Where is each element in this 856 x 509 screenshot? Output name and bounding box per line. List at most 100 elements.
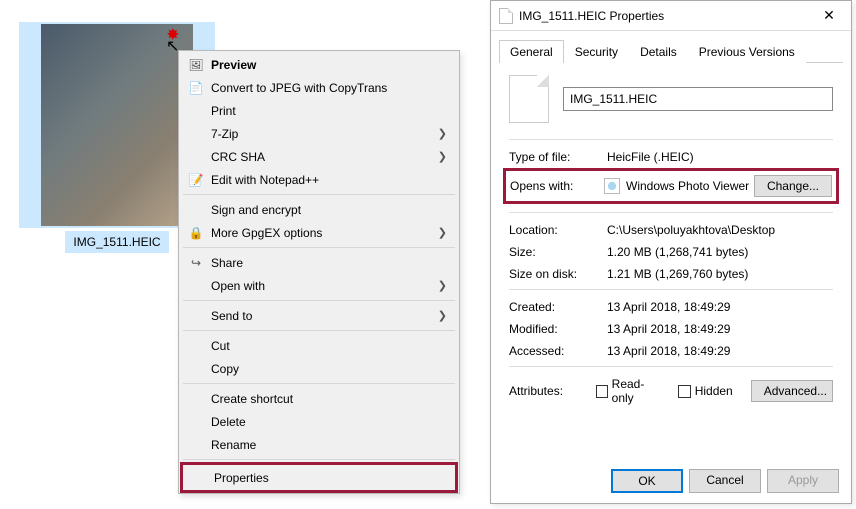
accessed-value: 13 April 2018, 18:49:29: [607, 344, 833, 358]
menu-copy-label: Copy: [207, 362, 447, 376]
divider: [509, 366, 833, 367]
dialog-tabs: General Security Details Previous Versio…: [499, 39, 843, 63]
menu-sign-encrypt[interactable]: Sign and encrypt: [181, 198, 457, 221]
filename-input[interactable]: [563, 87, 833, 111]
menu-edit-notepad[interactable]: 📝 Edit with Notepad++: [181, 168, 457, 191]
apply-button[interactable]: Apply: [767, 469, 839, 493]
checkbox-icon: [678, 385, 691, 398]
file-label: IMG_1511.HEIC: [65, 231, 168, 253]
type-label: Type of file:: [509, 150, 607, 164]
checkbox-icon: [596, 385, 608, 398]
menu-rename-label: Rename: [207, 438, 447, 452]
menu-sendto-label: Send to: [207, 309, 438, 323]
opens-with-highlight: Opens with: Windows Photo Viewer Change.…: [503, 168, 839, 204]
opens-with-value: Windows Photo Viewer: [626, 179, 754, 193]
menu-cut-label: Cut: [207, 339, 447, 353]
menu-7zip[interactable]: 7-Zip ❯: [181, 122, 457, 145]
menu-preview-label: Preview: [207, 58, 447, 72]
menu-properties-label: Properties: [210, 471, 444, 485]
dialog-title: IMG_1511.HEIC Properties: [519, 9, 807, 23]
menu-copy[interactable]: Copy: [181, 357, 457, 380]
size-on-disk-value: 1.21 MB (1,269,760 bytes): [607, 267, 833, 281]
menu-crc-label: CRC SHA: [207, 150, 438, 164]
size-label: Size:: [509, 245, 607, 259]
menu-print[interactable]: Print: [181, 99, 457, 122]
menu-share[interactable]: ↪ Share: [181, 251, 457, 274]
menu-shortcut-label: Create shortcut: [207, 392, 447, 406]
file-icon: [499, 8, 513, 24]
tab-general[interactable]: General: [499, 40, 564, 63]
properties-dialog: IMG_1511.HEIC Properties ✕ General Secur…: [490, 0, 852, 504]
dialog-button-bar: OK Cancel Apply: [611, 469, 839, 493]
ok-button[interactable]: OK: [611, 469, 683, 493]
menu-separator: [183, 300, 455, 301]
menu-properties[interactable]: Properties: [184, 466, 454, 489]
menu-gpgex-label: More GpgEX options: [207, 226, 438, 240]
cursor-icon: ↖: [166, 36, 179, 56]
menu-delete-label: Delete: [207, 415, 447, 429]
menu-npp-label: Edit with Notepad++: [207, 173, 447, 187]
menu-separator: [183, 330, 455, 331]
location-label: Location:: [509, 223, 607, 237]
readonly-label: Read-only: [612, 377, 660, 405]
dialog-content: Type of file: HeicFile (.HEIC) Opens wit…: [491, 63, 851, 411]
menu-7zip-label: 7-Zip: [207, 127, 438, 141]
context-menu: 🖼 Preview 📄 Convert to JPEG with CopyTra…: [178, 50, 460, 494]
size-on-disk-label: Size on disk:: [509, 267, 607, 281]
accessed-label: Accessed:: [509, 344, 607, 358]
close-button[interactable]: ✕: [807, 1, 851, 31]
tab-details[interactable]: Details: [629, 40, 688, 63]
preview-icon: 🖼: [185, 58, 207, 72]
divider: [509, 289, 833, 290]
hidden-label: Hidden: [695, 384, 733, 398]
divider: [509, 139, 833, 140]
tab-security[interactable]: Security: [564, 40, 629, 63]
menu-openwith-label: Open with: [207, 279, 438, 293]
menu-rename[interactable]: Rename: [181, 433, 457, 456]
created-label: Created:: [509, 300, 607, 314]
photo-viewer-icon: [604, 178, 620, 194]
menu-crc-sha[interactable]: CRC SHA ❯: [181, 145, 457, 168]
menu-separator: [183, 194, 455, 195]
advanced-button[interactable]: Advanced...: [751, 380, 833, 402]
chevron-right-icon: ❯: [438, 279, 447, 292]
menu-open-with[interactable]: Open with ❯: [181, 274, 457, 297]
modified-label: Modified:: [509, 322, 607, 336]
menu-share-label: Share: [207, 256, 447, 270]
file-type-icon: [509, 75, 549, 123]
menu-cut[interactable]: Cut: [181, 334, 457, 357]
opens-with-label: Opens with:: [510, 179, 604, 193]
type-value: HeicFile (.HEIC): [607, 150, 833, 164]
chevron-right-icon: ❯: [438, 127, 447, 140]
notepad-icon: 📝: [185, 173, 207, 187]
cancel-button[interactable]: Cancel: [689, 469, 761, 493]
menu-more-gpgex[interactable]: 🔒 More GpgEX options ❯: [181, 221, 457, 244]
convert-icon: 📄: [185, 81, 207, 95]
menu-sign-label: Sign and encrypt: [207, 203, 447, 217]
hidden-checkbox[interactable]: Hidden: [678, 384, 733, 398]
menu-convert-label: Convert to JPEG with CopyTrans: [207, 81, 447, 95]
share-icon: ↪: [185, 256, 207, 270]
modified-value: 13 April 2018, 18:49:29: [607, 322, 833, 336]
chevron-right-icon: ❯: [438, 226, 447, 239]
chevron-right-icon: ❯: [438, 309, 447, 322]
menu-send-to[interactable]: Send to ❯: [181, 304, 457, 327]
menu-separator: [183, 247, 455, 248]
chevron-right-icon: ❯: [438, 150, 447, 163]
menu-preview[interactable]: 🖼 Preview: [181, 53, 457, 76]
tab-previous-versions[interactable]: Previous Versions: [688, 40, 806, 63]
attributes-label: Attributes:: [509, 384, 596, 398]
menu-create-shortcut[interactable]: Create shortcut: [181, 387, 457, 410]
readonly-checkbox[interactable]: Read-only: [596, 377, 660, 405]
menu-separator: [183, 459, 455, 460]
menu-separator: [183, 383, 455, 384]
location-value: C:\Users\poluyakhtova\Desktop: [607, 223, 833, 237]
dialog-titlebar[interactable]: IMG_1511.HEIC Properties ✕: [491, 1, 851, 31]
menu-convert-jpeg[interactable]: 📄 Convert to JPEG with CopyTrans: [181, 76, 457, 99]
size-value: 1.20 MB (1,268,741 bytes): [607, 245, 833, 259]
divider: [509, 212, 833, 213]
change-button[interactable]: Change...: [754, 175, 832, 197]
menu-print-label: Print: [207, 104, 447, 118]
menu-delete[interactable]: Delete: [181, 410, 457, 433]
highlighted-menu-item: Properties: [180, 462, 458, 493]
